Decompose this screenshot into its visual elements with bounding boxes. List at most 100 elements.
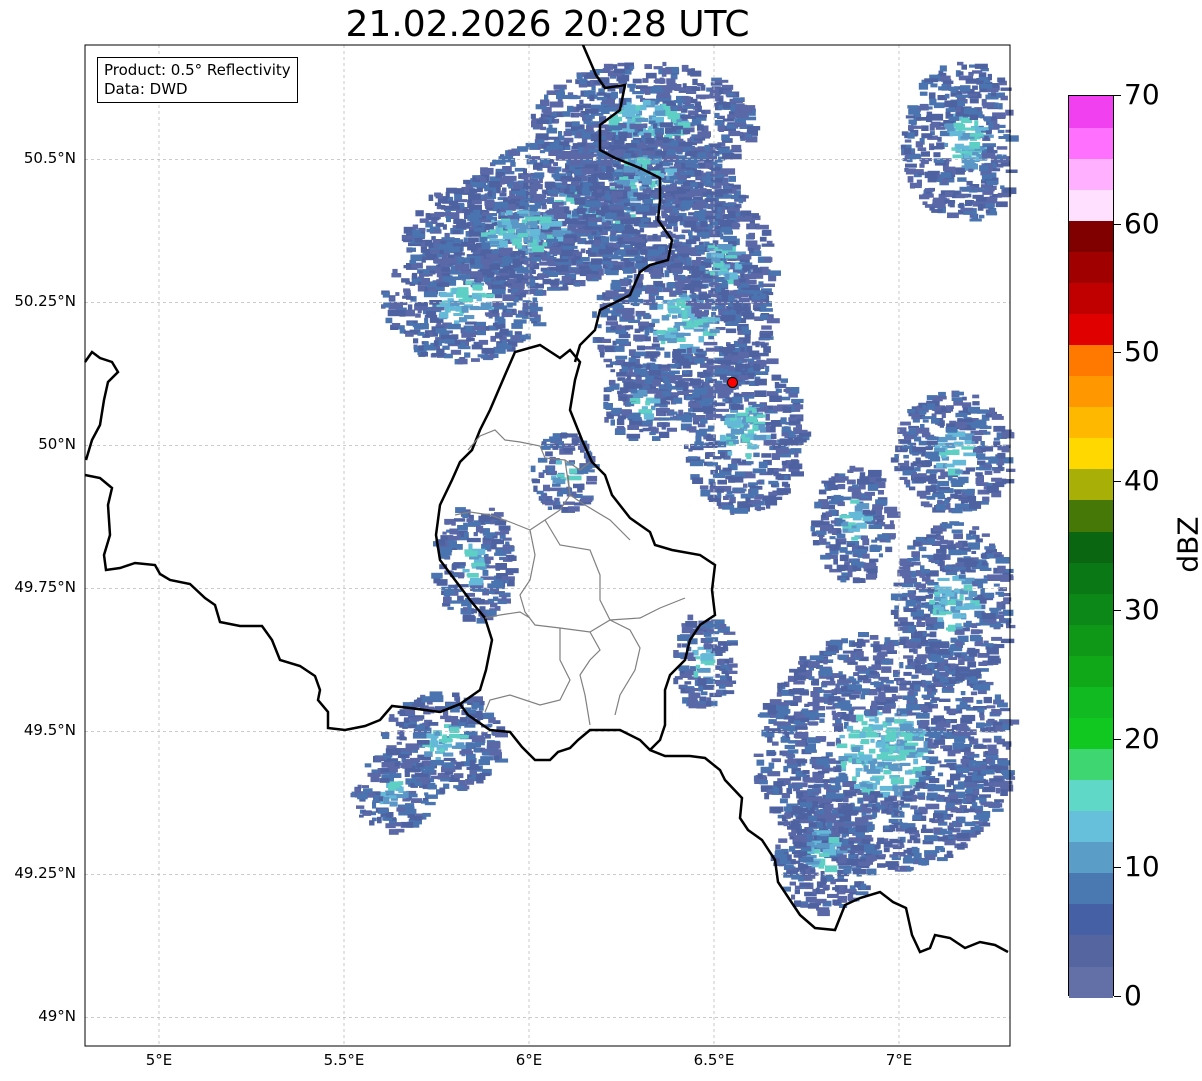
echo-pixel xyxy=(837,501,845,507)
echo-pixel xyxy=(735,368,743,372)
echo-pixel xyxy=(915,117,927,121)
echo-pixel xyxy=(969,142,981,149)
echo-pixel xyxy=(591,265,598,271)
echo-pixel xyxy=(469,258,475,265)
echo-pixel xyxy=(794,675,806,681)
echo-pixel xyxy=(542,223,548,230)
echo-pixel xyxy=(978,761,987,765)
echo-pixel xyxy=(709,328,720,334)
echo-pixel xyxy=(615,308,625,314)
echo-pixel xyxy=(908,429,917,435)
echo-pixel xyxy=(765,425,771,432)
echo-pixel xyxy=(722,102,731,109)
echo-pixel xyxy=(608,262,614,269)
echo-pixel xyxy=(737,339,743,345)
echo-pixel xyxy=(994,102,999,108)
echo-pixel xyxy=(682,115,696,119)
echo-pixel xyxy=(966,786,973,794)
echo-pixel xyxy=(600,351,605,358)
echo-pixel xyxy=(748,482,758,486)
echo-pixel xyxy=(867,484,879,491)
echo-pixel xyxy=(580,248,586,254)
echo-pixel xyxy=(937,480,950,487)
echo-pixel xyxy=(666,78,676,84)
echo-pixel xyxy=(672,315,678,319)
echo-pixel xyxy=(433,340,439,347)
echo-pixel xyxy=(953,122,964,127)
echo-pixel xyxy=(965,78,978,84)
echo-pixel xyxy=(632,78,642,84)
echo-pixel xyxy=(549,246,563,254)
echo-pixel xyxy=(516,242,522,249)
echo-pixel xyxy=(454,218,464,224)
echo-pixel xyxy=(742,359,748,363)
echo-pixel xyxy=(731,144,742,152)
echo-pixel xyxy=(836,743,848,749)
echo-pixel xyxy=(752,408,757,413)
echo-pixel xyxy=(833,558,838,565)
echo-pixel xyxy=(946,423,953,428)
echo-pixel xyxy=(745,416,758,423)
echo-pixel xyxy=(714,112,720,118)
echo-pixel xyxy=(962,418,973,423)
echo-pixel xyxy=(892,844,905,848)
echo-pixel xyxy=(917,147,927,151)
echo-pixel xyxy=(705,452,710,459)
echo-pixel xyxy=(907,709,913,716)
echo-pixel xyxy=(457,358,468,365)
echo-pixel xyxy=(754,390,767,397)
echo-pixel xyxy=(471,182,485,188)
echo-pixel xyxy=(415,210,424,217)
echo-pixel xyxy=(501,220,511,226)
echo-pixel xyxy=(529,306,543,312)
echo-pixel xyxy=(955,422,967,428)
echo-pixel xyxy=(829,554,838,559)
echo-pixel xyxy=(968,168,974,173)
echo-pixel xyxy=(872,724,883,731)
echo-pixel xyxy=(516,210,530,214)
echo-pixel xyxy=(878,553,883,558)
echo-pixel xyxy=(978,77,989,81)
echo-pixel xyxy=(877,490,884,495)
echo-pixel xyxy=(547,189,560,194)
echo-pixel xyxy=(462,208,474,213)
echo-pixel xyxy=(905,854,912,860)
echo-pixel xyxy=(756,414,766,418)
echo-pixel xyxy=(499,251,511,256)
echo-pixel xyxy=(928,479,938,484)
echo-pixel xyxy=(576,104,584,111)
echo-pixel xyxy=(851,536,859,541)
echo-pixel xyxy=(968,71,974,76)
echo-pixel xyxy=(944,200,956,204)
echo-pixel xyxy=(955,469,963,474)
echo-pixel xyxy=(943,166,956,172)
echo-pixel xyxy=(699,485,709,490)
echo-pixel xyxy=(833,494,841,502)
echo-pixel xyxy=(523,168,527,175)
echo-pixel xyxy=(753,452,760,458)
echo-pixel xyxy=(781,396,791,401)
echo-pixel xyxy=(728,501,734,506)
echo-pixel xyxy=(645,351,660,357)
echo-pixel xyxy=(922,404,927,409)
echo-pixel xyxy=(855,767,863,772)
echo-pixel xyxy=(488,190,493,197)
echo-pixel xyxy=(451,334,459,340)
echo-pixel xyxy=(559,286,569,291)
echo-pixel xyxy=(955,194,969,198)
echo-pixel xyxy=(610,369,616,373)
echo-pixel xyxy=(997,77,1006,83)
echo-pixel xyxy=(592,311,597,318)
echo-pixel xyxy=(692,407,707,413)
echo-pixel xyxy=(988,459,998,464)
echo-pixel xyxy=(826,741,835,747)
echo-pixel xyxy=(526,269,531,274)
echo-pixel xyxy=(938,475,946,480)
echo-pixel xyxy=(444,212,452,216)
echo-pixel xyxy=(977,203,984,211)
echo-pixel xyxy=(593,239,600,247)
echo-pixel xyxy=(764,793,770,800)
echo-pixel xyxy=(731,460,737,465)
echo-pixel xyxy=(738,195,749,199)
echo-pixel xyxy=(972,151,979,156)
